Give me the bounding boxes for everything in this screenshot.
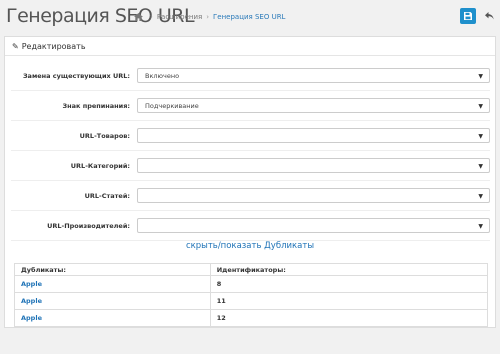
article-url-select[interactable]: ▼ [137,188,490,203]
field-label: Замена существующих URL: [22,72,130,80]
breadcrumb-item-extensions[interactable]: Расширения [157,13,202,21]
duplicates-table: Дубликаты: Идентификаторы: Apple 8 Apple… [14,263,489,327]
field-label: URL-Товаров: [79,132,130,140]
breadcrumb-separator: › [206,13,210,21]
replace-existing-select[interactable]: Включено ▼ [137,68,490,83]
form-row-punctuation: Знак препинания: Подчеркивание ▼ [11,91,490,121]
column-header-ids: Идентификаторы: [209,263,489,276]
table-cell: Apple [14,292,211,310]
select-value: Подчеркивание [145,101,199,110]
duplicate-link[interactable]: Apple [21,280,42,288]
product-url-select[interactable]: ▼ [137,128,490,143]
page-header: Генерация SEO URL › Расширения › Генерац… [0,0,500,36]
form-row-category-url: URL-Категорий: ▼ [11,151,490,181]
back-button[interactable] [481,8,497,24]
save-button[interactable] [460,8,476,24]
reply-icon [484,12,494,20]
table-header-row: Дубликаты: Идентификаторы: [14,263,489,276]
table-cell: 12 [209,309,489,327]
caret-down-icon: ▼ [478,223,483,230]
field-label: URL-Категорий: [70,162,130,170]
settings-form: Замена существующих URL: Включено ▼ Знак… [11,61,490,241]
manufacturer-url-select[interactable]: ▼ [137,218,490,233]
caret-down-icon: ▼ [478,193,483,200]
form-row-article-url: URL-Статей: ▼ [11,181,490,211]
form-row-manufacturer-url: URL-Производителей: ▼ [11,211,490,241]
form-row-replace-existing: Замена существующих URL: Включено ▼ [11,61,490,91]
caret-down-icon: ▼ [478,163,483,170]
caret-down-icon: ▼ [478,133,483,140]
caret-down-icon: ▼ [478,103,483,110]
field-label: URL-Производителей: [47,222,130,230]
floppy-disk-icon [464,12,472,20]
table-cell: 11 [209,292,489,310]
field-label: URL-Статей: [84,192,130,200]
table-cell: Apple [14,309,211,327]
table-row: Apple 12 [14,309,489,327]
panel-heading-text: Редактировать [21,41,86,51]
category-url-select[interactable]: ▼ [137,158,490,173]
table-cell: Apple [14,275,211,293]
table-row: Apple 8 [14,275,489,293]
table-row: Apple 11 [14,292,489,310]
breadcrumb: › Расширения › Генерация SEO URL [134,13,285,21]
duplicate-link[interactable]: Apple [21,297,42,305]
home-icon[interactable] [134,13,143,21]
field-label: Знак препинания: [62,102,130,110]
breadcrumb-separator: › [150,13,153,21]
panel-heading: ✎ Редактировать [5,37,495,56]
breadcrumb-item-seo-url[interactable]: Генерация SEO URL [213,13,285,21]
edit-panel: ✎ Редактировать Замена существующих URL:… [4,36,496,328]
duplicate-link[interactable]: Apple [21,314,42,322]
toggle-duplicates-link[interactable]: скрыть/показать Дубликаты [5,241,495,251]
column-header-duplicates: Дубликаты: [14,263,211,276]
table-cell: 8 [209,275,489,293]
pencil-icon: ✎ [12,41,19,51]
punctuation-select[interactable]: Подчеркивание ▼ [137,98,490,113]
form-row-product-url: URL-Товаров: ▼ [11,121,490,151]
caret-down-icon: ▼ [478,73,483,80]
select-value: Включено [145,71,180,80]
